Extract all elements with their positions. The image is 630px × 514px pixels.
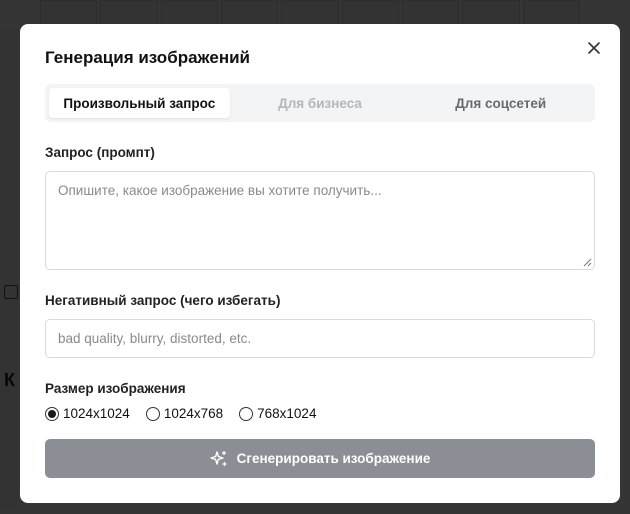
generate-image-button[interactable]: Сгенерировать изображение: [45, 439, 595, 478]
negative-prompt-label: Негативный запрос (чего избегать): [45, 293, 281, 308]
size-option-768x1024[interactable]: 768x1024: [239, 406, 316, 421]
prompt-field-wrapper: [45, 171, 595, 270]
size-radio-group: 1024x1024 1024x768 768x1024: [45, 406, 316, 421]
generate-button-label: Сгенерировать изображение: [236, 451, 431, 466]
size-option-1024x1024[interactable]: 1024x1024: [45, 406, 130, 421]
close-icon: [588, 42, 600, 54]
size-option-label: 1024x768: [163, 406, 224, 421]
prompt-label: Запрос (промпт): [45, 145, 155, 160]
radio-button-checked[interactable]: [45, 406, 59, 421]
prompt-textarea[interactable]: [46, 172, 594, 269]
image-generation-dialog: Генерация изображений Произвольный запро…: [20, 24, 620, 503]
tab-bar: Произвольный запрос Для бизнеса Для соцс…: [45, 84, 595, 122]
dialog-title: Генерация изображений: [45, 48, 250, 67]
close-button[interactable]: [584, 38, 604, 58]
negative-prompt-input[interactable]: [45, 319, 595, 358]
size-option-1024x768[interactable]: 1024x768: [145, 406, 224, 421]
tab-custom-prompt[interactable]: Произвольный запрос: [49, 88, 230, 118]
size-option-label: 768x1024: [257, 406, 317, 421]
radio-button[interactable]: [145, 406, 160, 421]
size-option-label: 1024x1024: [63, 406, 130, 421]
resize-handle-icon[interactable]: [583, 258, 592, 267]
tab-business[interactable]: Для бизнеса: [230, 88, 411, 118]
tab-social[interactable]: Для соцсетей: [410, 88, 591, 118]
radio-button[interactable]: [239, 406, 254, 421]
size-label: Размер изображения: [45, 381, 186, 396]
sparkles-icon: [209, 450, 227, 466]
